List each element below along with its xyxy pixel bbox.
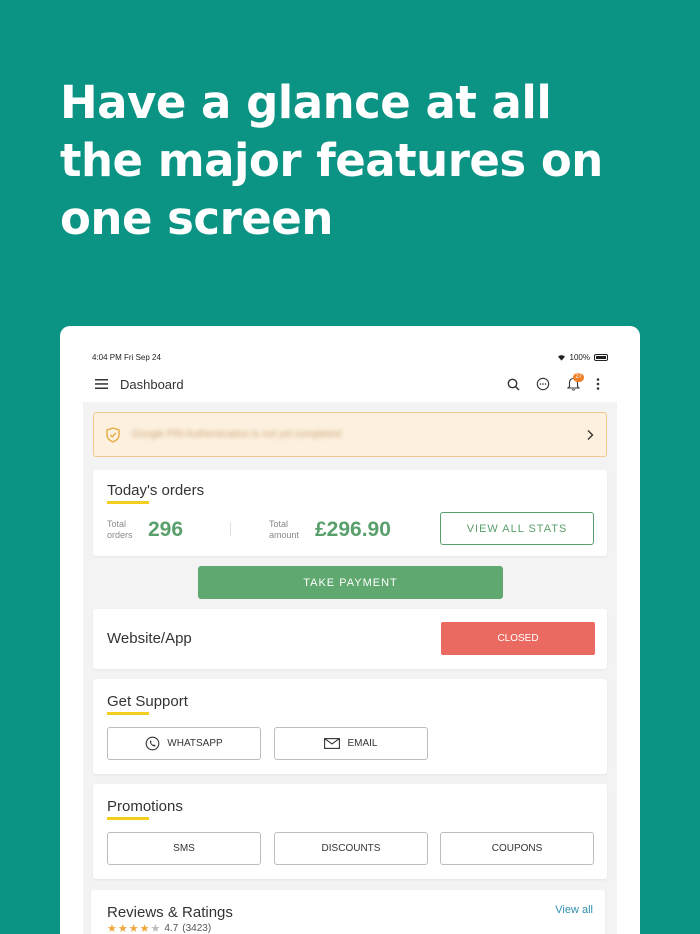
get-support-card: Get Support WHATSAPP EMAIL — [93, 679, 607, 774]
take-payment-button[interactable]: TAKE PAYMENT — [198, 566, 503, 599]
alert-text: Google PIN Authentication is not yet com… — [132, 429, 342, 440]
discounts-button[interactable]: DISCOUNTS — [274, 832, 428, 865]
headline-line-2: the major features on — [60, 134, 603, 187]
coupons-button[interactable]: COUPONS — [440, 832, 594, 865]
menu-icon[interactable] — [92, 372, 110, 396]
shield-icon — [106, 426, 120, 443]
total-amount-value: £296.90 — [315, 518, 391, 541]
search-icon[interactable] — [498, 372, 528, 396]
get-support-title: Get Support — [107, 693, 188, 710]
chevron-right-icon — [587, 429, 594, 440]
status-bar: 4:04 PM Fri Sep 24 100% — [92, 350, 608, 364]
headline-line-3: one screen — [60, 192, 333, 245]
todays-orders-title: Today's orders — [107, 482, 205, 499]
divider — [230, 522, 231, 536]
whatsapp-icon — [145, 736, 160, 751]
notification-badge: 27 — [573, 373, 584, 382]
website-app-card: Website/App CLOSED — [93, 609, 607, 669]
total-amount-label: Total amount — [269, 519, 300, 540]
star-icon: ★ — [128, 923, 139, 934]
todays-orders-card: Today's orders Total orders 296 Total am… — [93, 470, 607, 556]
card-title: Promotions — [107, 798, 183, 820]
title-underline — [107, 817, 149, 820]
whatsapp-button[interactable]: WHATSAPP — [107, 727, 261, 760]
whatsapp-label: WHATSAPP — [167, 738, 223, 749]
email-label: EMAIL — [347, 738, 378, 749]
wifi-icon — [557, 354, 565, 361]
headline-line-1: Have a glance at all — [60, 76, 552, 129]
total-orders-value: 296 — [148, 518, 184, 541]
app-bar: Dashboard 27 — [92, 372, 608, 396]
view-all-reviews-link[interactable]: View all — [555, 904, 593, 916]
view-all-stats-button[interactable]: VIEW ALL STATS — [440, 512, 594, 545]
website-app-title: Website/App — [107, 630, 192, 647]
reviews-card: Reviews & Ratings View all ★ ★ ★ ★ ★ 4.7… — [91, 890, 605, 934]
auth-alert-banner[interactable]: Google PIN Authentication is not yet com… — [93, 412, 607, 457]
email-icon — [324, 738, 341, 749]
dashboard-content: Google PIN Authentication is not yet com… — [83, 402, 617, 934]
star-icon: ★ — [117, 923, 128, 934]
card-title: Get Support — [107, 693, 188, 715]
sms-button[interactable]: SMS — [107, 832, 261, 865]
card-title: Today's orders — [107, 482, 204, 504]
rating-count: (3423) — [182, 923, 212, 934]
battery-icon — [594, 353, 608, 361]
store-status-button[interactable]: CLOSED — [441, 622, 595, 655]
title-underline — [107, 712, 149, 715]
total-orders-label: Total orders — [107, 519, 133, 540]
tablet-screen: 4:04 PM Fri Sep 24 100% Dashboard 27 Goo… — [60, 326, 640, 934]
star-icon: ★ — [107, 923, 117, 934]
headline: Have a glance at all the major features … — [60, 74, 660, 248]
notifications-icon[interactable]: 27 — [558, 372, 588, 396]
reviews-title: Reviews & Ratings — [107, 904, 233, 921]
star-icon: ★ — [139, 923, 150, 934]
email-button[interactable]: EMAIL — [274, 727, 428, 760]
chat-icon[interactable] — [528, 372, 558, 396]
rating-summary: ★ ★ ★ ★ ★ 4.7 (3423) — [107, 922, 211, 934]
promotions-card: Promotions SMS DISCOUNTS COUPONS — [93, 784, 607, 879]
page-title: Dashboard — [120, 376, 184, 392]
status-time: 4:04 PM Fri Sep 24 — [92, 352, 161, 362]
promotions-title: Promotions — [107, 798, 183, 815]
rating-value: 4.7 — [164, 923, 179, 934]
star-empty-icon: ★ — [150, 923, 161, 934]
battery-percent: 100% — [569, 352, 590, 362]
more-options-icon[interactable] — [588, 372, 608, 396]
title-underline — [107, 501, 149, 504]
